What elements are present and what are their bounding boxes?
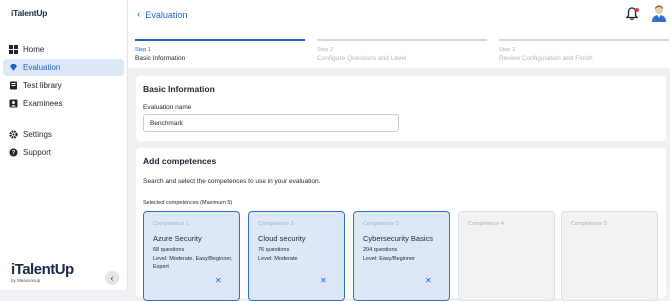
selected-competences-label: Selected competences (Maximum 5): [143, 200, 233, 206]
evaluation-name-input[interactable]: Benchmark: [143, 114, 399, 132]
notification-dot: [635, 8, 639, 12]
step-name: Configure Questions and Level: [317, 55, 407, 62]
competence-title: Cybersecurity Basics: [363, 234, 434, 243]
competence-slot-5[interactable]: Competence 5: [561, 211, 658, 301]
basic-information-card: Basic Information Evaluation name Benchm…: [136, 76, 666, 141]
competence-title: Azure Security: [153, 234, 202, 243]
step-name: Basic Information: [135, 55, 186, 62]
slot-label: Competence 2: [258, 221, 294, 227]
stepper: Step 1 Basic Information Step 2 Configur…: [128, 30, 670, 68]
person-card-icon: [9, 99, 18, 108]
competence-title: Cloud security: [258, 234, 306, 243]
sidebar-item-home[interactable]: Home: [3, 41, 124, 58]
help-icon: ?: [9, 148, 18, 157]
sidebar-item-label: Home: [23, 45, 45, 54]
step-1[interactable]: Step 1 Basic Information: [135, 39, 305, 62]
gear-icon: [9, 130, 18, 139]
competences-card: Add competences Search and select the co…: [136, 148, 666, 301]
close-icon: ✕: [425, 276, 432, 285]
sidebar-item-label: Test library: [23, 81, 62, 90]
step-name: Review Configuration and Finish: [499, 55, 593, 62]
question-count: 204 questions: [363, 247, 398, 253]
close-icon: ✕: [320, 276, 327, 285]
svg-text:?: ?: [12, 151, 16, 157]
section-title: Basic Information: [143, 84, 215, 94]
evaluation-name-label: Evaluation name: [143, 104, 192, 111]
top-bar: ‹ Evaluation: [128, 0, 670, 30]
slot-label: Competence 1: [153, 221, 189, 227]
competence-level: Level: Moderate, Easy/Beginner, Expert: [153, 256, 233, 270]
competences-description: Search and select the competences to use…: [143, 178, 321, 185]
step-progress-bar: [499, 39, 669, 41]
slot-label: Competence 3: [363, 221, 399, 227]
diamond-icon: [9, 63, 18, 72]
brand-name: iTalentUp: [11, 261, 74, 278]
competence-slot-2[interactable]: Competence 2 Cloud security 76 questions…: [248, 211, 345, 301]
question-count: 68 questions: [153, 247, 185, 253]
app-logo[interactable]: iTalentUp: [11, 8, 47, 18]
sidebar-nav: Home Evaluation Test library Examinees S…: [0, 40, 127, 162]
sidebar-item-examinees[interactable]: Examinees: [3, 95, 124, 112]
competence-level: Level: Moderate: [258, 256, 298, 262]
step-number: Step 2: [317, 47, 333, 53]
chevron-left-icon: ‹: [137, 9, 141, 20]
competence-level: Level: Easy/Beginner: [363, 256, 415, 262]
sidebar: iTalentUp Home Evaluation Test library E…: [0, 0, 128, 290]
close-icon: ✕: [215, 276, 222, 285]
avatar[interactable]: [650, 4, 668, 22]
brand-subtitle: by MeasureUp: [11, 278, 41, 283]
sidebar-item-label: Evaluation: [23, 63, 61, 72]
chevron-left-icon: ‹: [110, 273, 114, 283]
sidebar-item-label: Examinees: [23, 99, 63, 108]
sidebar-item-support[interactable]: ? Support: [3, 144, 124, 161]
competence-slot-4[interactable]: Competence 4: [458, 211, 555, 301]
step-progress-bar: [135, 39, 305, 41]
step-number: Step 1: [135, 47, 151, 53]
back-link[interactable]: ‹ Evaluation: [137, 9, 187, 20]
competence-slot-1[interactable]: Competence 1 Azure Security 68 questions…: [143, 211, 240, 301]
question-count: 76 questions: [258, 247, 290, 253]
remove-competence-button[interactable]: ✕: [425, 276, 432, 285]
brand-logo: iTalentUp by MeasureUp: [11, 262, 74, 283]
competence-slot-3[interactable]: Competence 3 Cybersecurity Basics 204 qu…: [353, 211, 450, 301]
grid-icon: [9, 45, 18, 54]
step-3[interactable]: Step 3 Review Configuration and Finish: [499, 39, 669, 62]
section-title: Add competences: [143, 156, 217, 166]
remove-competence-button[interactable]: ✕: [320, 276, 327, 285]
slot-label: Competence 5: [571, 221, 607, 227]
sidebar-item-test-library[interactable]: Test library: [3, 77, 124, 94]
sidebar-item-evaluation[interactable]: Evaluation: [3, 59, 124, 76]
sidebar-item-label: Settings: [23, 130, 52, 139]
book-icon: [9, 81, 18, 90]
slot-label: Competence 4: [468, 221, 504, 227]
collapse-sidebar-button[interactable]: ‹: [105, 271, 119, 285]
step-progress-bar: [317, 39, 487, 41]
remove-competence-button[interactable]: ✕: [215, 276, 222, 285]
page-title: Evaluation: [145, 9, 188, 20]
sidebar-item-label: Support: [23, 148, 52, 157]
sidebar-item-settings[interactable]: Settings: [3, 126, 124, 143]
step-2[interactable]: Step 2 Configure Questions and Level: [317, 39, 487, 62]
step-number: Step 3: [499, 47, 515, 53]
